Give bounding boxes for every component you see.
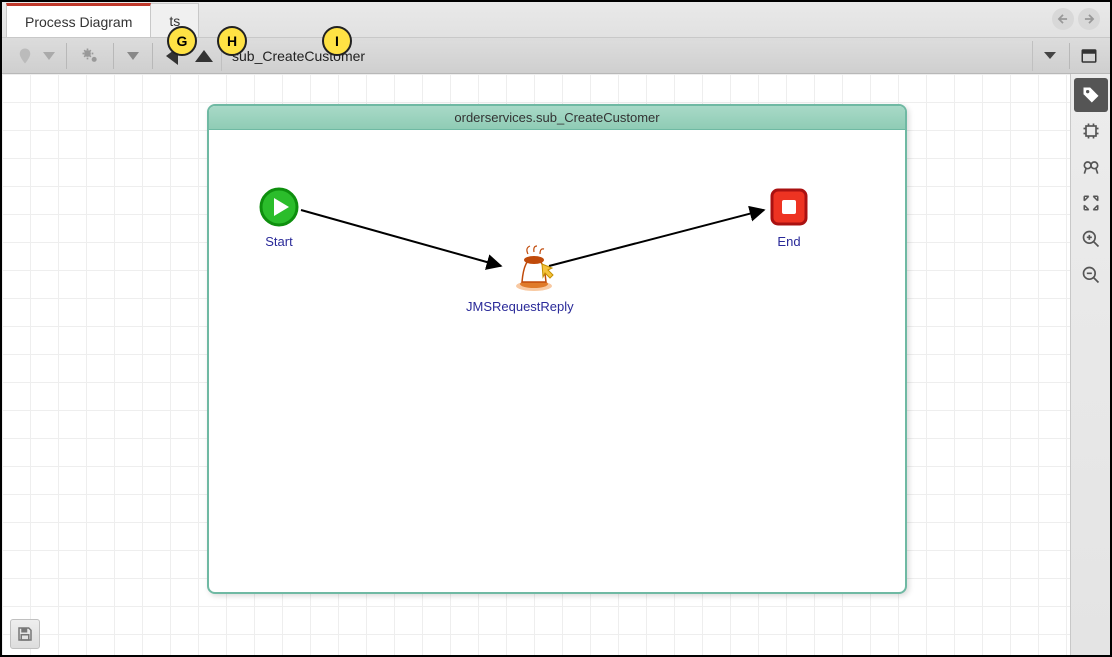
- fit-tool[interactable]: [1074, 186, 1108, 220]
- tag-tool[interactable]: [1074, 78, 1108, 112]
- node-label: End: [767, 234, 811, 249]
- triangle-down-icon: [127, 52, 139, 60]
- canvas-area[interactable]: orderservices.sub_CreateCustomer Start: [2, 74, 1070, 655]
- jms-icon: [508, 242, 560, 294]
- node-start[interactable]: Start: [257, 185, 301, 249]
- node-jms-request-reply[interactable]: JMSRequestReply: [494, 242, 574, 314]
- floppy-disk-icon: [16, 625, 34, 643]
- diagram-panel: orderservices.sub_CreateCustomer Start: [207, 104, 907, 594]
- nav-back-button[interactable]: [1052, 8, 1074, 30]
- find-tool[interactable]: [1074, 150, 1108, 184]
- chevron-down-icon: [1044, 52, 1056, 59]
- side-tool-strip: [1070, 74, 1110, 655]
- collapse-down-button[interactable]: [118, 41, 148, 71]
- node-label: JMSRequestReply: [466, 299, 574, 314]
- separator: [152, 43, 153, 69]
- window-mode-button[interactable]: [1074, 41, 1104, 71]
- save-button[interactable]: [10, 619, 40, 649]
- separator: [113, 43, 114, 69]
- stop-icon: [767, 185, 811, 229]
- annotation-label: I: [335, 33, 339, 49]
- annotation-label: H: [227, 33, 237, 49]
- zoom-in-tool[interactable]: [1074, 222, 1108, 256]
- play-icon: [257, 185, 301, 229]
- tab-label: Process Diagram: [25, 14, 132, 30]
- node-label: Start: [257, 234, 301, 249]
- chip-tool[interactable]: [1074, 114, 1108, 148]
- marker-dropdown[interactable]: [40, 41, 58, 71]
- marker-button[interactable]: [10, 41, 40, 71]
- annotation-i: I: [322, 26, 352, 56]
- annotation-g: G: [167, 26, 197, 56]
- gears-button[interactable]: [75, 41, 105, 71]
- node-end[interactable]: End: [767, 185, 811, 249]
- separator: [66, 43, 67, 69]
- diagram-body[interactable]: Start JMSRequestReply: [209, 130, 905, 592]
- separator: [1069, 43, 1070, 69]
- breadcrumb-dropdown[interactable]: [1035, 41, 1065, 71]
- annotation-label: G: [177, 33, 188, 49]
- annotation-h: H: [217, 26, 247, 56]
- zoom-out-tool[interactable]: [1074, 258, 1108, 292]
- tab-process-diagram[interactable]: Process Diagram: [6, 3, 151, 37]
- diagram-title: orderservices.sub_CreateCustomer: [209, 106, 905, 130]
- chevron-down-icon: [43, 52, 55, 60]
- triangle-up-icon: [195, 50, 213, 62]
- nav-forward-button[interactable]: [1078, 8, 1100, 30]
